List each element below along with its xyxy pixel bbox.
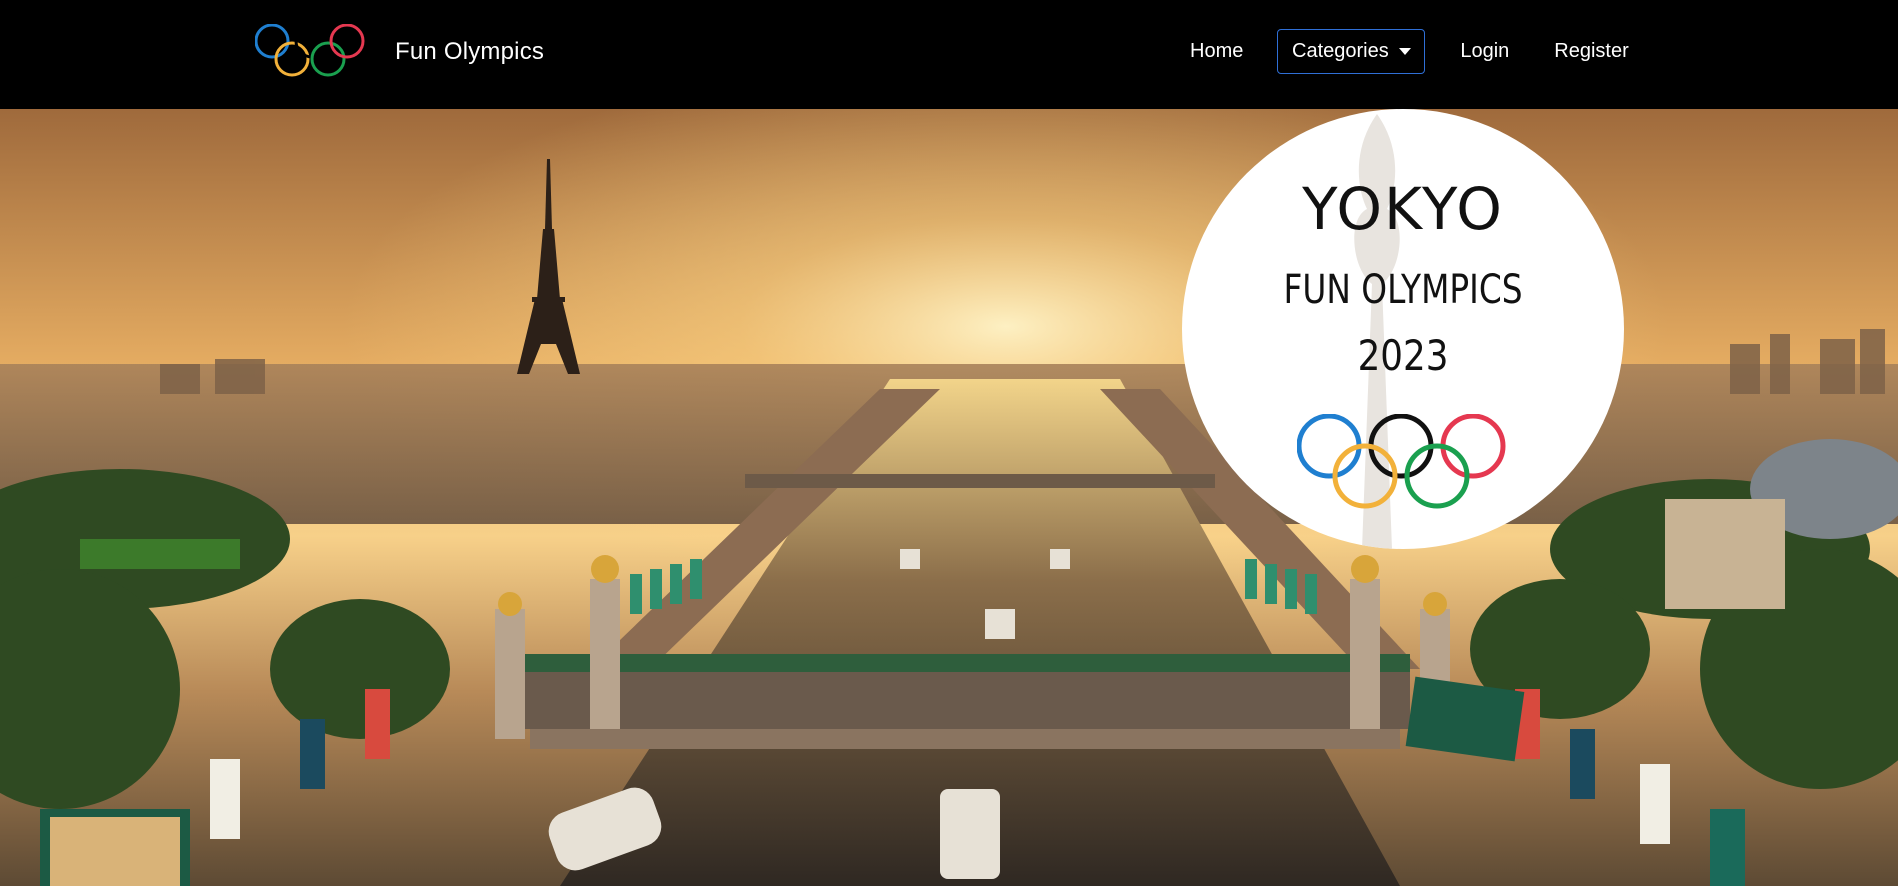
categories-dropdown-button[interactable]: Categories bbox=[1277, 28, 1426, 74]
fun-olympics-logo-badge: YOKYO FUN OLYMPICS 2023 bbox=[1182, 109, 1624, 549]
badge-title: YOKYO bbox=[1302, 175, 1504, 243]
badge-year: 2023 bbox=[1357, 331, 1449, 380]
brand-link[interactable]: Fun Olympics bbox=[255, 24, 544, 80]
nav-home-link[interactable]: Home bbox=[1180, 40, 1253, 63]
badge-subtitle: FUN OLYMPICS bbox=[1283, 267, 1523, 313]
nav-menu: Home Categories Login Register bbox=[1180, 27, 1639, 75]
nav-register-link[interactable]: Register bbox=[1544, 40, 1638, 63]
nav-login-link[interactable]: Login bbox=[1450, 40, 1519, 63]
brand-name: Fun Olympics bbox=[395, 38, 545, 65]
olympic-rings-icon bbox=[1297, 414, 1506, 509]
categories-label: Categories bbox=[1292, 39, 1389, 62]
caret-down-icon bbox=[1398, 47, 1411, 55]
top-navbar: Fun Olympics Home Categories Login Regis… bbox=[0, 0, 1898, 109]
olympic-rings-logo bbox=[255, 24, 365, 77]
